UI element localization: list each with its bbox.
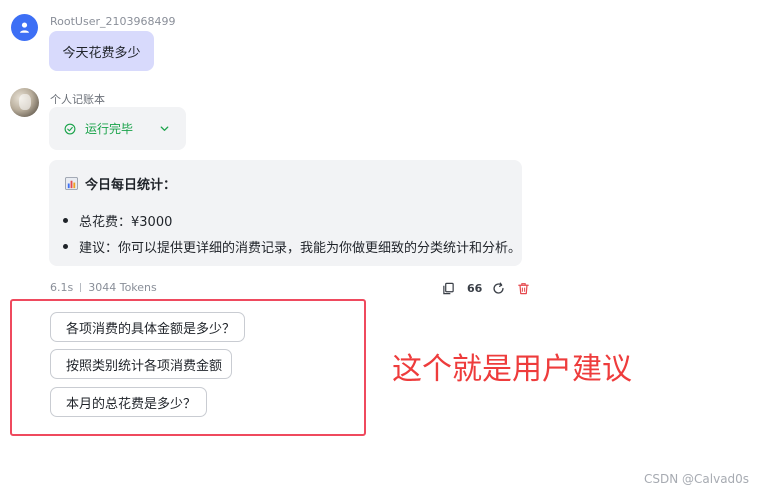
run-status-toggle[interactable]: 运行完毕 [49,107,186,150]
annotation-label: 这个就是用户建议 [392,352,632,387]
check-circle-icon [64,123,76,134]
bot-answer-card: 今日每日统计： 总花费：¥3000 建议：你可以提供更详细的消费记录，我能为你做… [49,160,522,266]
response-duration: 6.1s [50,281,74,294]
watermark: CSDN @Calvad0s [644,472,750,486]
bullet-dot [63,218,68,223]
response-meta: 6.1s 3044 Tokens [50,281,157,294]
bot-avatar [10,88,39,117]
answer-title-text: 今日每日统计： [85,178,177,193]
quote-button[interactable]: 66 [467,282,482,295]
chevron-down-icon[interactable] [159,123,170,134]
list-item-text: 总花费：¥3000 [79,215,173,230]
response-tokens: 3044 Tokens [88,281,157,294]
answer-title: 今日每日统计： [65,174,176,193]
copy-icon[interactable] [442,282,455,295]
delete-icon[interactable] [517,282,530,295]
user-avatar [11,14,38,41]
list-item: 建议：你可以提供更详细的消费记录，我能为你做更细致的分类统计和分析。 [63,237,521,256]
meta-divider [80,283,82,292]
refresh-icon[interactable] [492,282,505,295]
user-icon [20,22,29,33]
user-name: RootUser_2103968499 [50,15,176,28]
list-item: 总花费：¥3000 [63,211,172,230]
bot-name: 个人记账本 [50,93,105,106]
bar-chart-icon [65,177,78,190]
suggestion-button[interactable]: 按照类别统计各项消费金额 [50,349,232,379]
bullet-dot [63,244,68,249]
suggestion-button[interactable]: 各项消费的具体金额是多少？ [50,312,245,342]
list-item-text: 建议：你可以提供更详细的消费记录，我能为你做更细致的分类统计和分析。 [79,241,522,256]
run-status-text: 运行完毕 [85,122,134,136]
suggestion-button[interactable]: 本月的总花费是多少？ [50,387,207,417]
user-message-bubble: 今天花费多少 [49,31,154,71]
